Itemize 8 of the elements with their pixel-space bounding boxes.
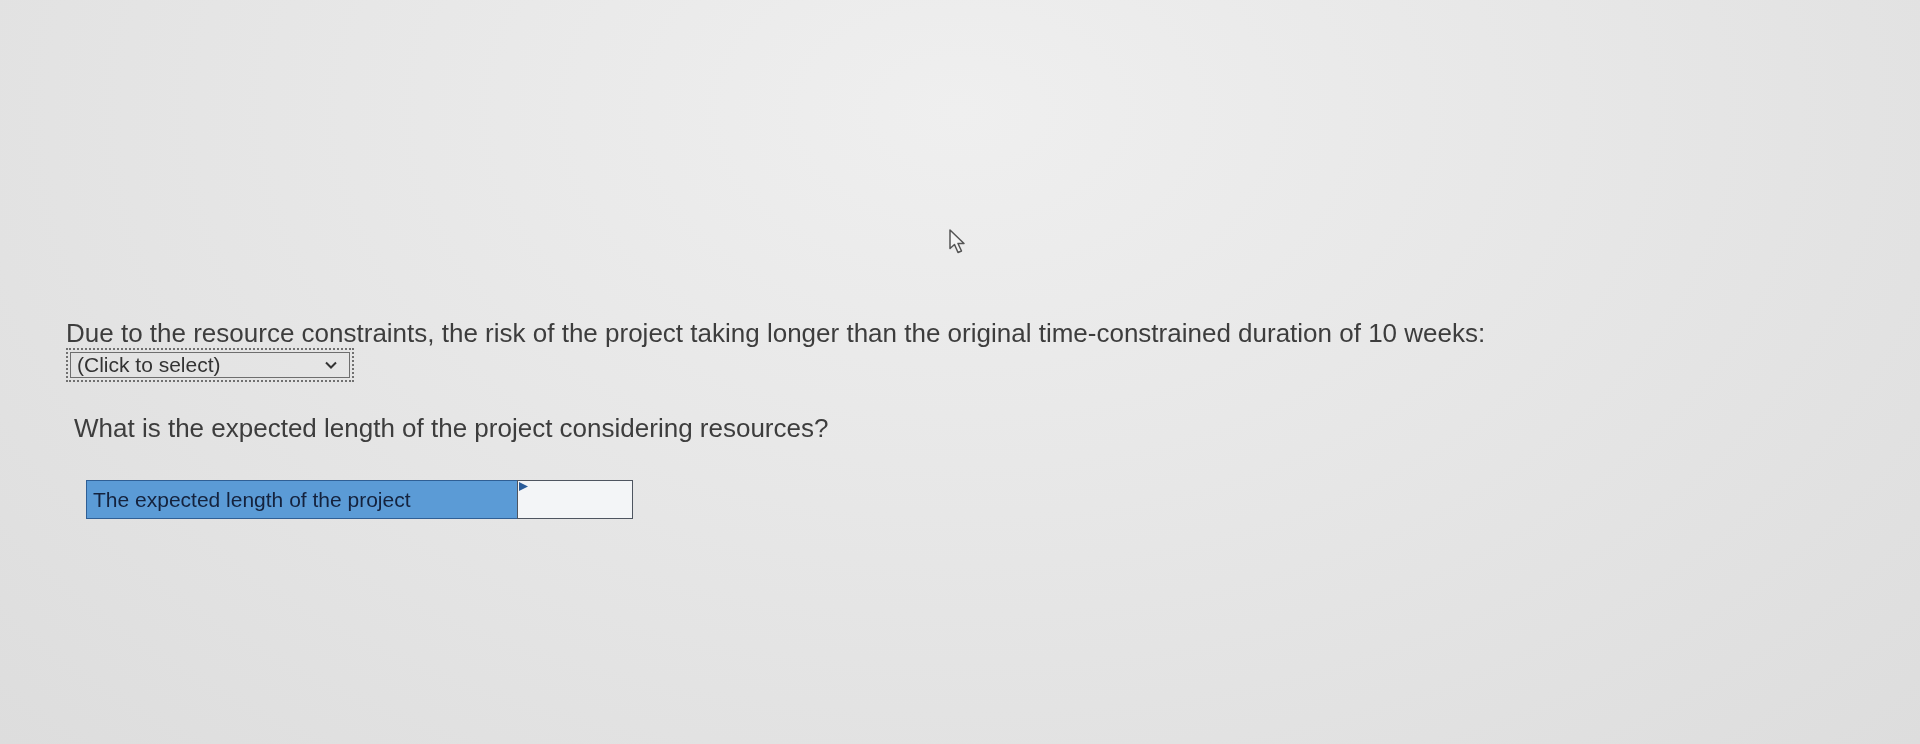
question-text: Due to the resource constraints, the risk of the project taking longer than the original time-constrained duration of 10 weeks:: [66, 318, 1486, 348]
cursor-icon: [949, 229, 967, 254]
answer-label: The expected length of the project: [86, 480, 517, 519]
marker-icon: [519, 482, 528, 491]
question-text: What is the expected length of the project considering resources?: [74, 413, 829, 443]
chevron-icon: [325, 361, 337, 369]
dropdown[interactable]: (Click to select): [66, 348, 354, 382]
answer-input[interactable]: [517, 480, 633, 519]
